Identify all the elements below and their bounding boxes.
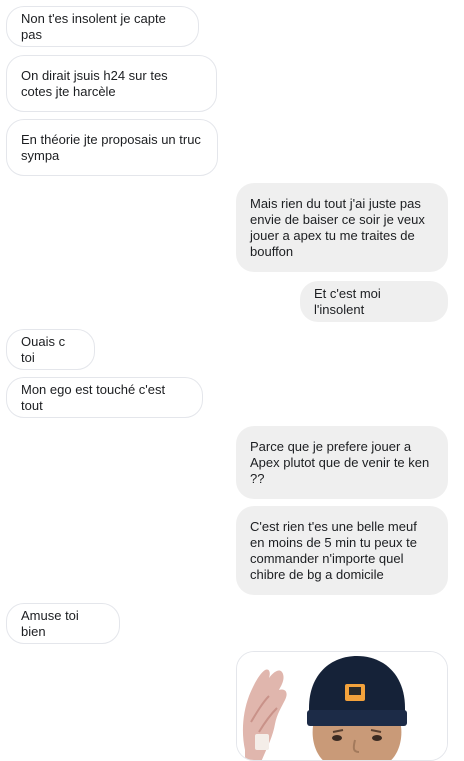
- image-attachment[interactable]: [236, 651, 448, 761]
- message-bubble-received[interactable]: En théorie jte proposais un truc sympa: [6, 119, 218, 176]
- message-text: Mon ego est touché c'est tout: [21, 381, 166, 413]
- message-text: C'est rien t'es une belle meuf en moins …: [250, 518, 417, 582]
- message-bubble-received[interactable]: Mon ego est touché c'est tout: [6, 377, 203, 418]
- message-text: Amuse toi bien: [21, 607, 79, 639]
- message-text: Non t'es insolent je capte pas: [21, 10, 166, 42]
- message-bubble-sent[interactable]: Et c'est moi l'insolent: [300, 281, 448, 322]
- message-bubble-sent[interactable]: C'est rien t'es une belle meuf en moins …: [236, 506, 448, 595]
- message-text: En théorie jte proposais un truc sympa: [21, 131, 201, 163]
- message-bubble-sent[interactable]: Parce que je prefere jouer a Apex plutot…: [236, 426, 448, 499]
- message-text: On dirait jsuis h24 sur tes cotes jte ha…: [21, 67, 168, 99]
- message-bubble-received[interactable]: Non t'es insolent je capte pas: [6, 6, 199, 47]
- message-bubble-received[interactable]: On dirait jsuis h24 sur tes cotes jte ha…: [6, 55, 217, 112]
- message-thread: Non t'es insolent je capte pas On dirait…: [0, 0, 464, 761]
- photo-meme-icon: [237, 652, 447, 760]
- message-text: Et c'est moi l'insolent: [314, 285, 381, 317]
- message-text: Ouais c toi: [21, 333, 66, 365]
- message-bubble-received[interactable]: Amuse toi bien: [6, 603, 120, 644]
- message-text: Mais rien du tout j'ai juste pas envie d…: [250, 195, 425, 259]
- message-text: Parce que je prefere jouer a Apex plutot…: [250, 438, 430, 486]
- message-bubble-sent[interactable]: Mais rien du tout j'ai juste pas envie d…: [236, 183, 448, 272]
- message-bubble-received[interactable]: Ouais c toi: [6, 329, 95, 370]
